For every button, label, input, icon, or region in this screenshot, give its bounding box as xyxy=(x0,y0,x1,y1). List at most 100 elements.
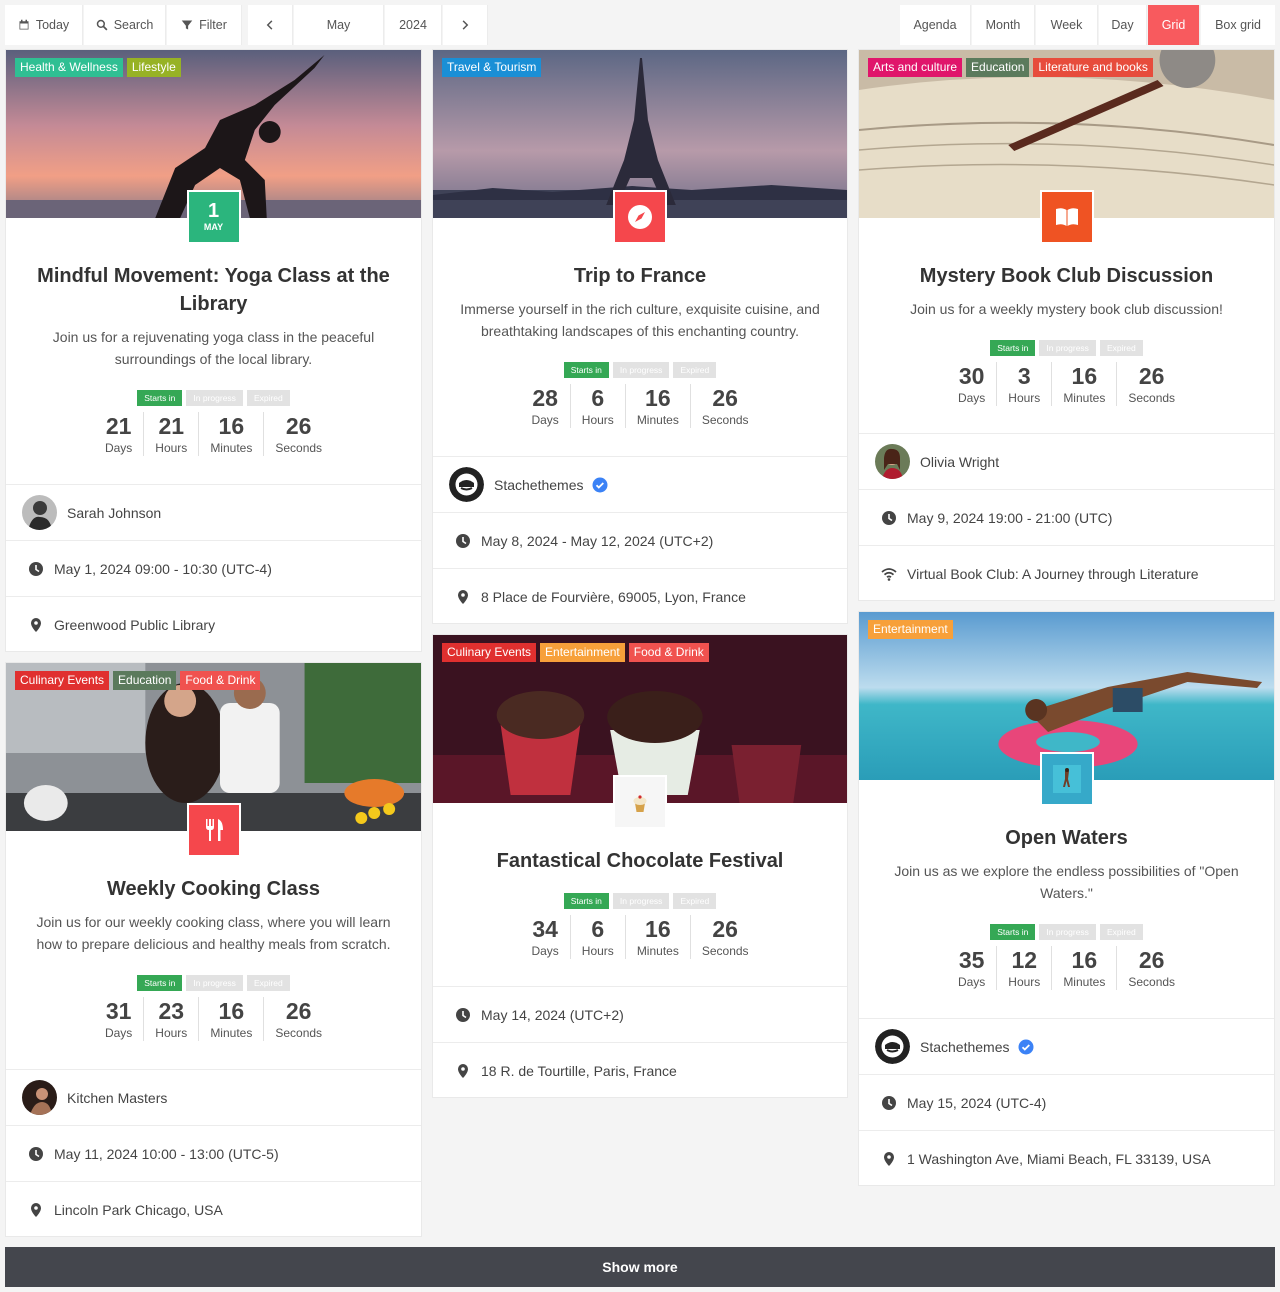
organizer-row[interactable]: Kitchen Masters xyxy=(6,1069,421,1125)
category-tag[interactable]: Entertainment xyxy=(540,643,625,662)
event-description: Join us for our weekly cooking class, wh… xyxy=(36,914,391,952)
location-row[interactable]: 18 R. de Tourtille, Paris, France xyxy=(433,1042,847,1097)
view-agenda-button[interactable]: Agenda xyxy=(900,5,971,45)
today-label: Today xyxy=(35,18,70,32)
organizer-name[interactable]: Kitchen Masters xyxy=(67,1090,167,1106)
month-select[interactable]: May xyxy=(294,5,384,45)
event-location[interactable]: Lincoln Park Chicago, USA xyxy=(54,1202,223,1218)
event-location[interactable]: 8 Place de Fourvière, 69005, Lyon, Franc… xyxy=(481,589,746,605)
location-row[interactable]: Greenwood Public Library xyxy=(6,596,421,651)
next-button[interactable] xyxy=(443,5,488,45)
event-title[interactable]: Mystery Book Club Discussion xyxy=(879,262,1254,290)
location-row[interactable]: Virtual Book Club: A Journey through Lit… xyxy=(859,545,1274,600)
event-card[interactable]: Travel & Tourism Trip to France Immerse … xyxy=(432,49,848,624)
search-label: Search xyxy=(113,18,154,32)
view-week-button[interactable]: Week xyxy=(1036,5,1098,45)
location-row[interactable]: Lincoln Park Chicago, USA xyxy=(6,1181,421,1236)
category-tag[interactable]: Travel & Tourism xyxy=(442,58,542,77)
event-thumbnail-badge xyxy=(1039,752,1094,806)
organizer-name[interactable]: Sarah Johnson xyxy=(67,505,161,521)
location-row[interactable]: 1 Washington Ave, Miami Beach, FL 33139,… xyxy=(859,1130,1274,1185)
organizer-row[interactable]: Sarah Johnson xyxy=(6,484,421,540)
category-tag[interactable]: Food & Drink xyxy=(628,643,709,662)
organizer-name[interactable]: Stachethemes xyxy=(920,1039,1010,1055)
event-title[interactable]: Open Waters xyxy=(879,824,1254,852)
view-box-grid-button[interactable]: Box grid xyxy=(1201,5,1275,45)
utensils-icon xyxy=(205,819,223,841)
badge-day: 1 xyxy=(207,200,220,222)
year-label: 2024 xyxy=(399,18,427,32)
cupcake-image xyxy=(633,795,647,812)
event-card[interactable]: Arts and culture Education Literature an… xyxy=(858,49,1275,601)
year-select[interactable]: 2024 xyxy=(385,5,442,45)
organizer-row[interactable]: Stachethemes xyxy=(433,456,847,512)
clock-icon xyxy=(456,1007,470,1022)
event-datetime: May 11, 2024 10:00 - 13:00 (UTC-5) xyxy=(54,1145,279,1162)
event-description: Immerse yourself in the rich culture, ex… xyxy=(460,301,820,339)
event-title[interactable]: Weekly Cooking Class xyxy=(26,875,401,903)
category-tag[interactable]: Arts and culture xyxy=(868,58,963,77)
event-location[interactable]: Greenwood Public Library xyxy=(54,617,215,633)
event-location[interactable]: 18 R. de Tourtille, Paris, France xyxy=(481,1063,677,1079)
date-badge: 1 MAY xyxy=(186,190,241,244)
status-badges: Starts in In progress Expired xyxy=(879,340,1254,356)
category-tag[interactable]: Education xyxy=(113,671,177,690)
view-month-button[interactable]: Month xyxy=(972,5,1035,45)
view-day-button[interactable]: Day xyxy=(1099,5,1147,45)
countdown-hours: 23 xyxy=(158,998,185,1024)
status-badges: Starts in In progress Expired xyxy=(26,975,401,991)
organizer-name[interactable]: Olivia Wright xyxy=(920,454,999,470)
category-tag[interactable]: Literature and books xyxy=(1033,58,1153,77)
event-card[interactable]: Culinary Events Entertainment Food & Dri… xyxy=(432,634,848,1098)
countdown-days: 28 xyxy=(532,385,558,411)
category-tag[interactable]: Food & Drink xyxy=(180,671,261,690)
countdown: 35 Days 12 Hours 16 Minutes 26 Seconds xyxy=(879,946,1254,990)
status-starts-in: Starts in xyxy=(990,924,1036,940)
event-card[interactable]: Entertainment Open Waters Join us as we … xyxy=(858,611,1275,1186)
verified-icon xyxy=(1018,1039,1033,1054)
category-tag[interactable]: Culinary Events xyxy=(15,671,110,690)
category-tag[interactable]: Lifestyle xyxy=(126,58,181,77)
category-tag[interactable]: Health & Wellness xyxy=(15,58,123,77)
countdown-minutes: 16 xyxy=(1071,947,1098,973)
countdown-hours: 6 xyxy=(591,385,605,411)
view-label: Box grid xyxy=(1215,18,1261,32)
countdown-days: 31 xyxy=(105,998,132,1024)
status-badges: Starts in In progress Expired xyxy=(879,924,1254,940)
prev-button[interactable] xyxy=(248,5,293,45)
category-tag[interactable]: Culinary Events xyxy=(442,643,537,662)
filter-button[interactable]: Filter xyxy=(167,5,242,45)
organizer-name[interactable]: Stachethemes xyxy=(494,477,584,493)
event-location[interactable]: Virtual Book Club: A Journey through Lit… xyxy=(907,566,1199,582)
event-location[interactable]: 1 Washington Ave, Miami Beach, FL 33139,… xyxy=(907,1151,1211,1167)
chevron-left-icon xyxy=(266,20,273,30)
search-button[interactable]: Search xyxy=(84,5,166,45)
event-card[interactable]: Culinary Events Education Food & Drink W… xyxy=(5,662,422,1237)
view-label: Month xyxy=(985,18,1021,32)
location-row[interactable]: 8 Place de Fourvière, 69005, Lyon, Franc… xyxy=(433,568,847,623)
view-grid-button[interactable]: Grid xyxy=(1148,5,1200,45)
countdown-minutes: 16 xyxy=(218,413,245,439)
event-title[interactable]: Trip to France xyxy=(453,262,827,290)
organizer-row[interactable]: Stachethemes xyxy=(859,1018,1274,1074)
event-card[interactable]: Health & Wellness Lifestyle 1 MAY Mindfu… xyxy=(5,49,422,652)
event-description: Join us for a rejuvenating yoga class in… xyxy=(52,329,375,367)
countdown: 31 Days 23 Hours 16 Minutes 26 Seconds xyxy=(26,997,401,1041)
avatar xyxy=(22,1080,57,1115)
status-expired: Expired xyxy=(673,362,717,378)
today-button[interactable]: Today xyxy=(5,5,83,45)
event-title[interactable]: Mindful Movement: Yoga Class at the Libra… xyxy=(26,262,401,318)
chevron-right-icon xyxy=(462,20,469,30)
status-expired: Expired xyxy=(246,975,290,991)
wifi-icon xyxy=(881,567,897,581)
category-tag[interactable]: Education xyxy=(966,58,1030,77)
event-title[interactable]: Fantastical Chocolate Festival xyxy=(453,847,827,875)
status-in-progress: In progress xyxy=(186,975,243,991)
category-tag[interactable]: Entertainment xyxy=(868,620,953,639)
countdown-days: 35 xyxy=(958,947,985,973)
countdown: 21 Days 21 Hours 16 Minutes 26 Seconds xyxy=(26,412,401,456)
organizer-row[interactable]: Olivia Wright xyxy=(859,433,1274,489)
countdown-minutes: 16 xyxy=(645,385,671,411)
event-icon-badge xyxy=(186,803,241,857)
show-more-button[interactable]: Show more xyxy=(5,1247,1275,1287)
